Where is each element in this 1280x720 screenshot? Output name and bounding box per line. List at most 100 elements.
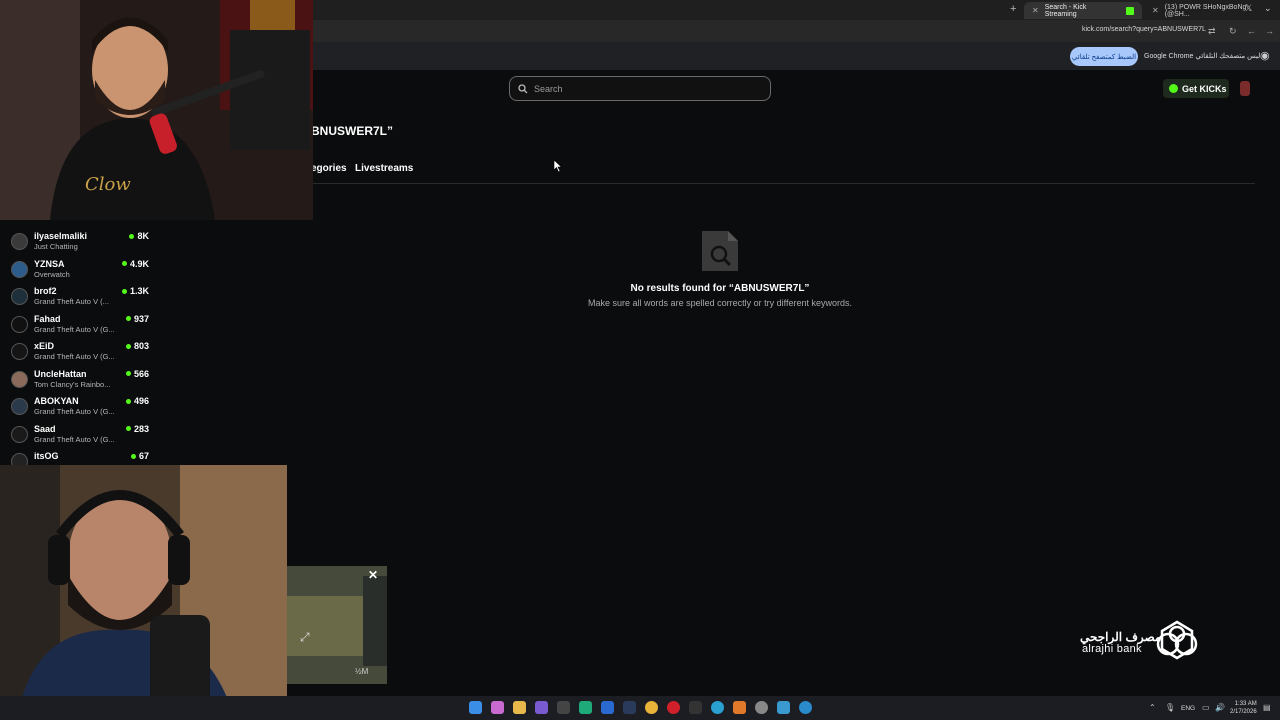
get-kicks-button[interactable]: Get KICKs — [1163, 79, 1229, 98]
user-avatar[interactable] — [1240, 81, 1250, 96]
channel-item[interactable]: Fahad Grand Theft Auto V (G... 937 — [0, 311, 155, 338]
close-tab-icon[interactable]: ✕ — [1032, 6, 1039, 15]
results-heading: BNUSWER7L” — [311, 124, 394, 138]
tab-second[interactable]: ✕ (13) POWR SHoNgxBoNg (@SH... — [1144, 2, 1256, 19]
tune-icon[interactable]: ⇄ — [1208, 26, 1216, 37]
channel-category: Grand Theft Auto V (G... — [34, 352, 115, 361]
tab-livestreams[interactable]: Livestreams — [355, 163, 413, 174]
viewer-count: 67 — [130, 451, 149, 461]
language-indicator[interactable]: ENG — [1181, 705, 1195, 712]
app-icon[interactable] — [601, 701, 614, 714]
channel-item[interactable]: xEiD Grand Theft Auto V (G... 803 — [0, 338, 155, 365]
search-input[interactable]: Search — [509, 76, 771, 101]
webcam-streamer-2 — [0, 465, 287, 705]
settings-icon[interactable] — [755, 701, 768, 714]
live-dot-icon — [125, 371, 131, 376]
live-dot-icon — [129, 233, 135, 239]
channel-name: Saad — [34, 423, 56, 434]
file-explorer-icon[interactable] — [513, 701, 526, 714]
empty-state-title: No results found for “ABNUSWER7L” — [630, 283, 810, 294]
new-tab-button[interactable]: + — [1010, 3, 1016, 15]
x-logo-icon: 𝕏 — [1245, 3, 1253, 13]
tab-categories[interactable]: egories — [311, 163, 347, 174]
viewer-count: 566 — [125, 369, 149, 379]
channel-name: YZNSA — [34, 258, 65, 269]
channel-name: UncleHattan — [34, 368, 87, 379]
app-icon[interactable] — [535, 701, 548, 714]
mini-player[interactable] — [287, 566, 387, 684]
url-field[interactable]: kick.com/search?query=ABNUSWER7L — [1082, 26, 1206, 33]
tab-title: Search - Kick Streaming — [1044, 3, 1087, 18]
live-dot-icon — [130, 453, 136, 459]
app-icon[interactable] — [799, 701, 812, 714]
live-dot-icon — [125, 316, 131, 321]
clock[interactable]: 1:33 AM 2/17/2026 — [1230, 700, 1257, 716]
channel-item[interactable]: Saad Grand Theft Auto V (G... 283 — [0, 421, 155, 448]
channel-item[interactable]: itsOG 67 — [0, 448, 155, 465]
channel-name: Fahad — [34, 313, 61, 324]
webcam-streamer-1: Clow — [0, 0, 313, 220]
opera-icon[interactable] — [667, 701, 680, 714]
chevron-down-icon[interactable]: ⌄ — [1264, 3, 1272, 14]
forward-icon[interactable]: → — [1265, 26, 1274, 36]
infobar-message: ليس متصفحك التلقائي Google Chrome — [1144, 53, 1261, 60]
live-dot-icon — [121, 261, 127, 266]
avatar — [11, 260, 28, 278]
app-icon[interactable] — [557, 701, 570, 714]
tabs-divider — [311, 183, 1255, 184]
mini-player-viewers: ½M — [355, 667, 369, 676]
expand-icon[interactable]: ⤢ — [300, 630, 310, 645]
live-dot-icon — [121, 288, 127, 294]
volume-icon[interactable]: 🔊 — [1215, 703, 1225, 712]
bank-name-english: alrajhi bank — [1082, 643, 1142, 655]
channel-item[interactable]: ilyaselmaliki Just Chatting 8K — [0, 228, 155, 255]
edge-icon[interactable] — [711, 701, 724, 714]
app-icon[interactable] — [689, 701, 702, 714]
start-icon[interactable] — [469, 701, 482, 714]
kick-favicon-icon — [1126, 6, 1134, 15]
chrome-icon: ◉ — [1260, 50, 1270, 62]
bank-name-arabic: مصرف الراجحي — [1080, 630, 1162, 644]
tab-kick-search[interactable]: ✕ Search - Kick Streaming — [1024, 2, 1142, 19]
copilot-icon[interactable] — [491, 701, 504, 714]
kicks-coin-icon — [1169, 84, 1178, 93]
no-results-file-icon — [702, 231, 738, 271]
channel-category: Grand Theft Auto V (... — [34, 297, 109, 306]
viewer-count: 8K — [129, 231, 149, 241]
app-icon[interactable] — [777, 701, 790, 714]
channel-name: xEiD — [34, 341, 55, 351]
set-default-button[interactable]: الضبط كمتصفح تلقائي — [1070, 47, 1138, 66]
reload-icon[interactable]: ↻ — [1229, 26, 1237, 37]
back-icon[interactable]: ← — [1247, 26, 1256, 36]
live-dot-icon — [125, 426, 131, 431]
channel-item[interactable]: YZNSA Overwatch 4.9K — [0, 256, 155, 283]
get-kicks-label: Get KICKs — [1182, 83, 1227, 94]
app-icon[interactable] — [579, 701, 592, 714]
viewer-count: 496 — [125, 396, 149, 406]
channel-category: Grand Theft Auto V (G... — [34, 324, 115, 334]
clock-date: 2/17/2026 — [1230, 709, 1257, 715]
chevron-up-icon[interactable]: ⌃ — [1149, 703, 1156, 712]
microphone-icon[interactable]: 🎙 — [1165, 703, 1175, 712]
channel-category: Grand Theft Auto V (G... — [34, 407, 115, 416]
channel-item[interactable]: ABOKYAN Grand Theft Auto V (G... 496 — [0, 393, 155, 420]
viewer-count: 937 — [125, 314, 149, 324]
close-tab-icon[interactable]: ✕ — [1152, 6, 1159, 15]
tab-title: (13) POWR SHoNgxBoNg (@SH... — [1164, 3, 1247, 18]
chrome-icon[interactable] — [645, 701, 658, 714]
avatar — [11, 453, 28, 465]
notifications-icon[interactable]: ▤ — [1263, 703, 1271, 712]
channel-item[interactable]: brof2 Grand Theft Auto V (... 1.3K — [0, 283, 155, 310]
viewer-count: 803 — [125, 341, 149, 351]
steam-icon[interactable] — [623, 701, 636, 714]
avatar — [11, 315, 28, 333]
viewer-count: 4.9K — [121, 259, 149, 269]
close-mini-player-button[interactable]: ✕ — [368, 568, 378, 582]
channel-item[interactable]: UncleHattan Tom Clancy's Rainbo... 566 — [0, 366, 155, 393]
app-icon[interactable] — [733, 701, 746, 714]
network-icon[interactable]: ▭ — [1202, 703, 1210, 712]
alrajhi-logo-icon — [1156, 620, 1198, 660]
shirt-print: Clow — [85, 174, 131, 195]
live-dot-icon — [125, 343, 131, 349]
avatar — [11, 398, 28, 415]
